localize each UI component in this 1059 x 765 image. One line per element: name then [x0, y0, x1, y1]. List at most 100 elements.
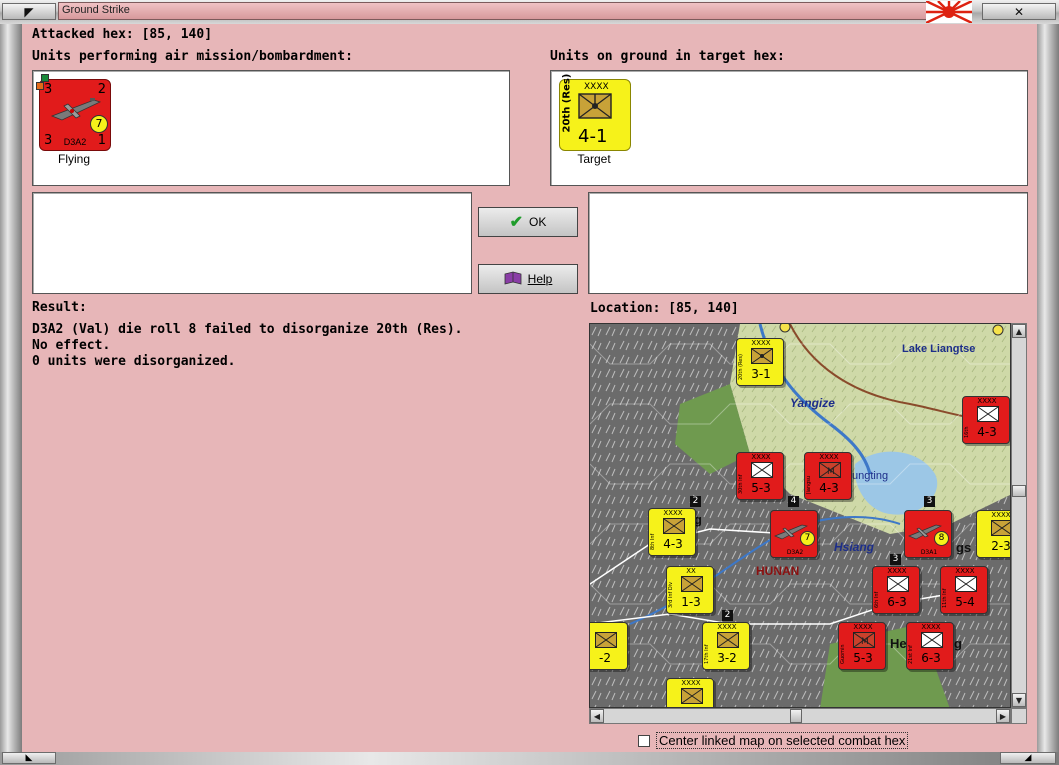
map-unit-name: D3A2 — [786, 549, 804, 556]
ground-units-panel: XXXX 20th (Res) 4-1 Target — [550, 70, 1028, 186]
map-unit-counter[interactable]: XXXX 3-1 20th (Res) — [736, 338, 784, 386]
close-icon: ✕ — [1013, 4, 1025, 19]
map-unit-combat: 5-3 — [751, 481, 771, 495]
scroll-thumb-vertical[interactable] — [1012, 485, 1026, 497]
map-unit-combat: 4-3 — [819, 481, 839, 495]
japan-flag-icon — [926, 1, 972, 23]
ground-units-label: Units on ground in target hex: — [550, 49, 785, 64]
map-unit-combat: 2-3 — [991, 539, 1011, 553]
system-menu-button[interactable]: ◤ — [2, 3, 56, 20]
ground-unit-combat: 4-1 — [578, 126, 608, 147]
attacker-detail-panel — [32, 192, 472, 294]
linked-map[interactable]: Lake Liangtse Yangize ungting Hsiang HUN… — [589, 323, 1011, 708]
map-label-river: Yangize — [790, 396, 835, 410]
map-unit-name: Jiangsu — [806, 475, 812, 494]
map-unit-size: XXXX — [751, 339, 771, 347]
map-unit-size: XXXX — [751, 453, 771, 461]
map-unit-counter[interactable]: XXXX 6-3 6th Inf — [872, 566, 920, 614]
air-units-panel: 3 2 7 3 D3A2 1 Flying — [32, 70, 510, 186]
map-unit-counter[interactable]: 7 D3A2 — [770, 510, 818, 558]
map-vertical-scrollbar[interactable]: ▲ ▼ — [1011, 323, 1027, 708]
mechanized-unit-icon: M — [819, 462, 841, 482]
mission-marker-icon — [36, 82, 44, 90]
air-unit-moves: 1 — [97, 133, 106, 148]
infantry-unit-icon — [681, 688, 703, 707]
map-unit-counter[interactable]: XXXX 5-4 11th Inf — [940, 566, 988, 614]
result-line: D3A2 (Val) die roll 8 failed to disorgan… — [32, 322, 463, 337]
location-value: [85, 140] — [668, 301, 739, 316]
map-unit-combat: 6-3 — [887, 595, 907, 609]
scroll-corner — [1011, 708, 1027, 724]
ground-unit-counter[interactable]: XXXX 20th (Res) 4-1 — [559, 74, 631, 151]
map-unit-combat: 3-1 — [751, 367, 771, 381]
map-unit-combat: -2 — [599, 651, 611, 665]
infantry-unit-icon — [717, 632, 739, 652]
map-unit-counter[interactable]: XXXX M 4-3 Jiangsu — [804, 452, 852, 500]
map-unit-counter[interactable]: XXXX 3-2 17th Inf — [702, 622, 750, 670]
result-line: No effect. — [32, 338, 111, 353]
center-map-option[interactable]: Center linked map on selected combat hex — [638, 732, 909, 749]
help-button[interactable]: Help — [478, 264, 578, 294]
map-unit-counter[interactable]: XXXX 6-3 21st Inf — [906, 622, 954, 670]
map-label-city: gs — [956, 540, 972, 555]
attacked-hex-label: Attacked hex: — [32, 27, 134, 42]
right-frame-rail — [1037, 24, 1059, 765]
air-unit-strength: 7 — [90, 115, 108, 133]
center-map-checkbox[interactable] — [638, 734, 650, 747]
ground-unit-status: Target — [577, 152, 611, 166]
ok-button[interactable]: ✔ OK — [478, 207, 578, 237]
scroll-left-icon[interactable]: ◀ — [590, 709, 604, 723]
scroll-right-icon[interactable]: ▶ — [996, 709, 1010, 723]
map-unit-name: D3A1 — [920, 549, 938, 556]
map-unit-counter[interactable]: XX 1-3 3rd Inf Div — [666, 566, 714, 614]
infantry-unit-icon — [681, 576, 703, 596]
map-unit-size: XXXX — [955, 567, 975, 575]
window-title: Ground Strike — [62, 4, 130, 16]
result-line: 0 units were disorganized. — [32, 354, 236, 369]
location-label: Location: — [590, 301, 661, 316]
svg-text:M: M — [861, 637, 869, 647]
map-label-lake: Lake Liangtse — [902, 343, 976, 355]
map-unit-counter[interactable]: 8 D3A1 — [904, 510, 952, 558]
scroll-up-icon[interactable]: ▲ — [1012, 324, 1026, 338]
map-unit-counter[interactable]: XXXX 4-3 8th Inf — [648, 508, 696, 556]
map-unit-size: XXXX — [663, 509, 683, 517]
scroll-thumb-horizontal[interactable] — [790, 709, 802, 723]
defender-detail-panel — [588, 192, 1028, 294]
bottom-frame-rail — [0, 752, 1059, 765]
left-frame-rail — [0, 24, 22, 765]
map-unit-size: XXXX — [717, 623, 737, 631]
map-unit-size: XXXX — [977, 397, 997, 405]
help-label: Help — [527, 272, 553, 286]
infantry-unit-icon — [663, 518, 685, 538]
status-marker-icon — [41, 74, 49, 82]
stack-count-badge: 3 — [890, 554, 901, 565]
checkmark-icon: ✔ — [509, 214, 524, 231]
hq-unit-icon — [751, 348, 773, 368]
map-unit-name: 11th Inf — [942, 588, 948, 609]
map-label-city: He — [890, 636, 907, 651]
result-label: Result: — [32, 300, 87, 315]
map-unit-counter[interactable]: XXXX — [666, 678, 714, 707]
map-horizontal-scrollbar[interactable]: ◀ ▶ — [589, 708, 1011, 724]
infantry-unit-icon — [887, 576, 909, 596]
map-unit-counter[interactable]: XXXX 2-3 — [976, 510, 1011, 558]
map-unit-size: XXXX — [887, 567, 907, 575]
stack-count-badge: 2 — [690, 496, 701, 507]
resize-grip[interactable]: ◢ — [1000, 752, 1056, 764]
map-unit-counter[interactable]: XXXX 5-3 30th Inf — [736, 452, 784, 500]
center-map-label: Center linked map on selected combat hex — [656, 732, 909, 749]
air-unit-counter[interactable]: 3 2 7 3 D3A2 1 — [36, 74, 111, 151]
map-unit-counter[interactable]: XXXX 4-3 16th — [962, 396, 1010, 444]
infantry-unit-icon — [921, 632, 943, 652]
map-unit-counter[interactable]: -2 — [590, 622, 628, 670]
scroll-down-icon[interactable]: ▼ — [1012, 693, 1026, 707]
map-label-province: HUNAN — [756, 564, 800, 578]
resize-grip[interactable]: ◣ — [2, 752, 56, 764]
map-unit-counter[interactable]: XXXX M 5-3 Guomin — [838, 622, 886, 670]
close-button[interactable]: ✕ — [982, 3, 1056, 20]
mechanized-unit-icon: M — [853, 632, 875, 652]
map-unit-combat: 6-3 — [921, 651, 941, 665]
stack-count-badge: 4 — [788, 496, 799, 507]
map-unit-strength: 8 — [934, 531, 949, 546]
